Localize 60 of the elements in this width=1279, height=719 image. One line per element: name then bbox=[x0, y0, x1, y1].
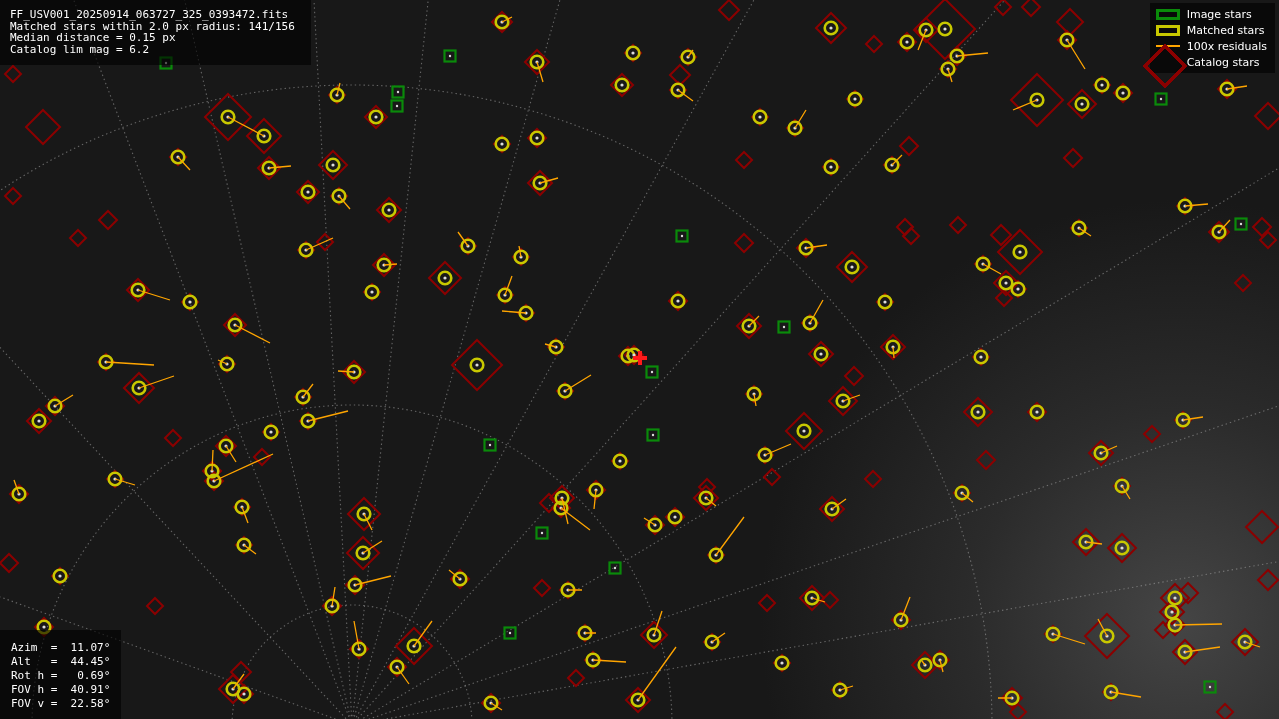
catalog-star-marker bbox=[68, 228, 88, 248]
catalog-star-marker bbox=[762, 467, 782, 487]
catalog-star-marker bbox=[733, 232, 755, 254]
catalog-star-marker bbox=[993, 0, 1013, 17]
catalog-star-marker bbox=[820, 590, 840, 610]
cross-marker bbox=[631, 349, 649, 367]
catalog-star-marker bbox=[994, 288, 1014, 308]
legend-label: 100x residuals bbox=[1186, 39, 1267, 53]
pointing-line: Azim = 11.07° bbox=[11, 641, 111, 655]
catalog-star-marker bbox=[1251, 216, 1273, 238]
stats-line: Median distance = 0.15 px bbox=[10, 32, 176, 44]
catalog-star-marker bbox=[3, 64, 23, 84]
catalog-star-marker bbox=[864, 34, 884, 54]
catalog-star-marker bbox=[734, 150, 754, 170]
catalog-star-marker bbox=[757, 593, 777, 613]
catalog-star-marker bbox=[898, 135, 920, 157]
catalog-star-marker bbox=[1256, 568, 1279, 592]
pointing-line: FOV h = 40.91° bbox=[11, 683, 111, 697]
catalog-star-marker bbox=[0, 552, 20, 574]
catalog-star-marker bbox=[1244, 509, 1279, 545]
catalog-star-marker bbox=[1253, 101, 1279, 131]
catalog-star-marker bbox=[697, 477, 717, 497]
legend-label: Image stars bbox=[1186, 7, 1252, 21]
catalog-star-marker bbox=[843, 365, 865, 387]
pointing-line: FOV v = 22.58° bbox=[11, 697, 111, 711]
catalog-star-marker bbox=[1008, 702, 1028, 719]
catalog-star-marker bbox=[895, 217, 915, 237]
catalog-star-marker bbox=[24, 108, 62, 146]
pointing-line: Alt = 44.45° bbox=[11, 655, 111, 669]
stats-line: Catalog lim mag = 6.2 bbox=[10, 43, 151, 56]
catalog-star-marker bbox=[532, 578, 552, 598]
catalog-star-marker bbox=[1233, 273, 1253, 293]
catalog-star-marker bbox=[1055, 7, 1085, 37]
legend-label: Matched stars bbox=[1186, 23, 1265, 37]
catalog-star-marker bbox=[863, 469, 883, 489]
legend-label: Catalog stars bbox=[1186, 55, 1260, 69]
catalog-star-marker bbox=[3, 186, 23, 206]
catalog-star-marker bbox=[901, 226, 921, 246]
stats-line: FF_USV001_20250914_063727_325_0393472.fits bbox=[10, 9, 290, 21]
catalog-star-marker bbox=[97, 209, 119, 231]
catalog-star-marker bbox=[1153, 620, 1173, 640]
pointing-line: Rot h = 0.69° bbox=[11, 669, 111, 683]
catalog-star-marker bbox=[717, 0, 741, 22]
catalog-star-marker bbox=[989, 223, 1013, 247]
catalog-star-marker bbox=[975, 449, 997, 471]
catalog-star-marker bbox=[315, 232, 335, 252]
catalog-star-marker bbox=[252, 447, 272, 467]
stats-line: Matched stars within 2.0 px radius: 141/156 bbox=[10, 20, 295, 33]
catalog-star-marker bbox=[668, 63, 692, 87]
catalog-star-marker bbox=[566, 668, 586, 688]
catalog-star-marker bbox=[1258, 230, 1278, 250]
catalog-star-marker bbox=[229, 660, 253, 684]
catalog-star-marker bbox=[948, 215, 968, 235]
catalog-star-marker bbox=[1215, 702, 1235, 719]
catalog-star-marker bbox=[1142, 424, 1162, 444]
catalog-star-marker bbox=[1176, 581, 1200, 605]
catalog-star-marker bbox=[145, 596, 165, 616]
catalog-star-marker bbox=[1062, 147, 1084, 169]
catalog-star-marker bbox=[1020, 0, 1042, 18]
catalog-star-marker bbox=[163, 428, 183, 448]
